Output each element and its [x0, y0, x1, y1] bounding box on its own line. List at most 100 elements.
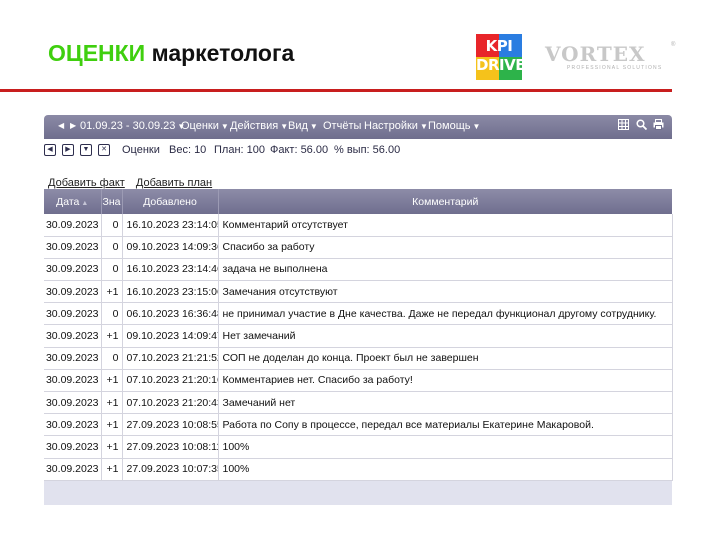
next-icon[interactable]: ▶	[62, 144, 74, 156]
slide-title-accent: ОЦЕНКИ	[48, 40, 146, 66]
grades-grid: Дата ▲ Зна Добавлено Комментарий 30.09.20…	[44, 189, 673, 505]
menu-view[interactable]: Вид ▼	[288, 119, 318, 134]
cell-added: 27.09.2023 10:07:35	[122, 458, 219, 481]
cell-comment: Комментариев нет. Спасибо за работу!	[218, 369, 673, 393]
menu-settings-label: Настройки	[364, 120, 418, 132]
cell-value: 0	[101, 347, 123, 370]
cell-added: 27.09.2023 10:08:55	[122, 413, 219, 437]
slide-title: ОЦЕНКИ маркетолога	[48, 40, 294, 67]
menu-settings[interactable]: Настройки ▼	[364, 119, 428, 134]
cell-added: 09.10.2023 14:09:36	[122, 236, 219, 259]
table-header-row: Дата ▲ Зна Добавлено Комментарий	[44, 189, 672, 214]
table-row[interactable]: 30.09.2023 +1 07.10.2023 21:20:16 Комментар…	[44, 369, 673, 393]
cell-value: 0	[101, 258, 123, 282]
close-icon[interactable]: ✕	[98, 144, 110, 156]
cell-date: 30.09.2023	[44, 413, 102, 437]
down-icon[interactable]: ▼	[80, 144, 92, 156]
cell-date: 30.09.2023	[44, 258, 102, 282]
menu-actions[interactable]: Действия ▼	[230, 119, 288, 134]
cell-date: 30.09.2023	[44, 302, 102, 326]
cell-value: +1	[101, 413, 123, 437]
cell-comment: 100%	[218, 435, 673, 459]
cell-value: 0	[101, 236, 123, 259]
next-period-icon[interactable]: ▶	[70, 119, 76, 133]
first-icon[interactable]: ◀	[44, 144, 56, 156]
summary-row: ◀ ▶ ▼ ✕ Оценки Вес: 10 План: 100 Факт: 5…	[44, 143, 672, 159]
weight-stat: Вес: 10	[169, 144, 207, 156]
fact-stat: Факт: 56.00	[270, 144, 329, 156]
menu-view-label: Вид	[288, 120, 308, 132]
period-label: 01.09.23 - 30.09.23	[80, 120, 176, 132]
cell-comment: Спасибо за работу	[218, 236, 673, 259]
column-header-comment[interactable]: Комментарий	[218, 189, 672, 214]
menu-ocenki[interactable]: Оценки ▼	[181, 119, 229, 134]
table-row[interactable]: 30.09.2023 +1 16.10.2023 23:15:06 Замечания…	[44, 280, 673, 304]
table-row[interactable]: 30.09.2023 +1 27.09.2023 10:08:11 100%	[44, 435, 673, 459]
cell-date: 30.09.2023	[44, 347, 102, 370]
cell-added: 07.10.2023 21:20:43	[122, 391, 219, 415]
cell-date: 30.09.2023	[44, 214, 102, 237]
menu-help-label: Помощь	[428, 120, 471, 132]
app-window: ◀ ▶ 01.09.23 - 30.09.23 ▼ Оценки ▼ Действи…	[44, 115, 673, 505]
add-plan-link[interactable]: Добавить план	[136, 177, 212, 189]
cell-comment: Нет замечаний	[218, 324, 673, 348]
cell-value: +1	[101, 435, 123, 459]
cell-comment: Комментарий отсутствует	[218, 214, 673, 237]
kpi-logo-line2: DRIVE	[476, 56, 522, 74]
table-row[interactable]: 30.09.2023 0 06.10.2023 16:36:48 не принима…	[44, 302, 673, 326]
cell-comment: 100%	[218, 458, 673, 481]
toolbar: ◀ ▶ 01.09.23 - 30.09.23 ▼ Оценки ▼ Действи…	[44, 115, 672, 139]
vortex-logo-name: VORTEX	[545, 42, 646, 66]
add-fact-link[interactable]: Добавить факт	[48, 177, 125, 189]
cell-comment: Замечаний нет	[218, 391, 673, 415]
menu-actions-label: Действия	[230, 120, 279, 132]
cell-comment: Замечания отсутствуют	[218, 280, 673, 304]
table-row[interactable]: 30.09.2023 +1 27.09.2023 10:08:55 Работа по…	[44, 413, 673, 437]
vortex-logo-reg: ®	[671, 42, 676, 48]
cell-date: 30.09.2023	[44, 458, 102, 481]
cell-added: 06.10.2023 16:36:48	[122, 302, 219, 326]
kpi-logo-line1: KPI	[485, 37, 513, 55]
cell-added: 07.10.2023 21:21:52	[122, 347, 219, 370]
cell-date: 30.09.2023	[44, 280, 102, 304]
cell-added: 27.09.2023 10:08:11	[122, 435, 219, 459]
menu-help[interactable]: Помощь ▼	[428, 119, 480, 134]
table-row[interactable]: 30.09.2023 +1 27.09.2023 10:07:35 100%	[44, 458, 673, 481]
table-row[interactable]: 30.09.2023 0 16.10.2023 23:14:05 Комментари…	[44, 214, 673, 237]
cell-added: 09.10.2023 14:09:47	[122, 324, 219, 348]
column-header-added[interactable]: Добавлено	[122, 189, 219, 214]
cell-date: 30.09.2023	[44, 236, 102, 259]
table-row[interactable]: 30.09.2023 0 07.10.2023 21:21:52 СОП не дод…	[44, 347, 673, 370]
column-header-date[interactable]: Дата ▲	[44, 189, 102, 214]
grades-table: Дата ▲ Зна Добавлено Комментарий 30.09.20…	[44, 189, 673, 481]
slide-divider	[0, 89, 672, 92]
cell-value: +1	[101, 458, 123, 481]
column-header-date-label: Дата	[56, 195, 80, 208]
cell-value: 0	[101, 302, 123, 326]
column-header-value[interactable]: Зна	[101, 189, 123, 214]
table-row[interactable]: 30.09.2023 0 16.10.2023 23:14:46 задача не …	[44, 258, 673, 282]
cell-comment: СОП не доделан до конца. Проект был не з…	[218, 347, 673, 370]
cell-date: 30.09.2023	[44, 435, 102, 459]
cell-date: 30.09.2023	[44, 324, 102, 348]
period-selector[interactable]: 01.09.23 - 30.09.23 ▼	[80, 119, 185, 134]
print-icon[interactable]	[653, 119, 664, 133]
actions-bar: Добавить факт Добавить план	[48, 177, 220, 189]
grid-icon[interactable]	[618, 119, 629, 133]
percent-stat: % вып: 56.00	[334, 144, 401, 156]
menu-ocenki-label: Оценки	[181, 120, 219, 132]
table-row[interactable]: 30.09.2023 +1 07.10.2023 21:20:43 Замечаний…	[44, 391, 673, 415]
menu-reports[interactable]: Отчёты	[323, 119, 361, 133]
table-row[interactable]: 30.09.2023 0 09.10.2023 14:09:36 Спасибо за…	[44, 236, 673, 259]
cell-value: +1	[101, 280, 123, 304]
vortex-logo: VORTEX PROFESSIONAL SOLUTIONS ®	[545, 42, 676, 71]
cell-value: +1	[101, 391, 123, 415]
cell-date: 30.09.2023	[44, 369, 102, 393]
cell-added: 07.10.2023 21:20:16	[122, 369, 219, 393]
search-icon[interactable]	[636, 119, 648, 133]
prev-period-icon[interactable]: ◀	[58, 119, 64, 133]
cell-value: +1	[101, 369, 123, 393]
table-row[interactable]: 30.09.2023 +1 09.10.2023 14:09:47 Нет замеч…	[44, 324, 673, 348]
cell-date: 30.09.2023	[44, 391, 102, 415]
kpi-drive-logo: KPI DRIVE	[476, 34, 522, 80]
